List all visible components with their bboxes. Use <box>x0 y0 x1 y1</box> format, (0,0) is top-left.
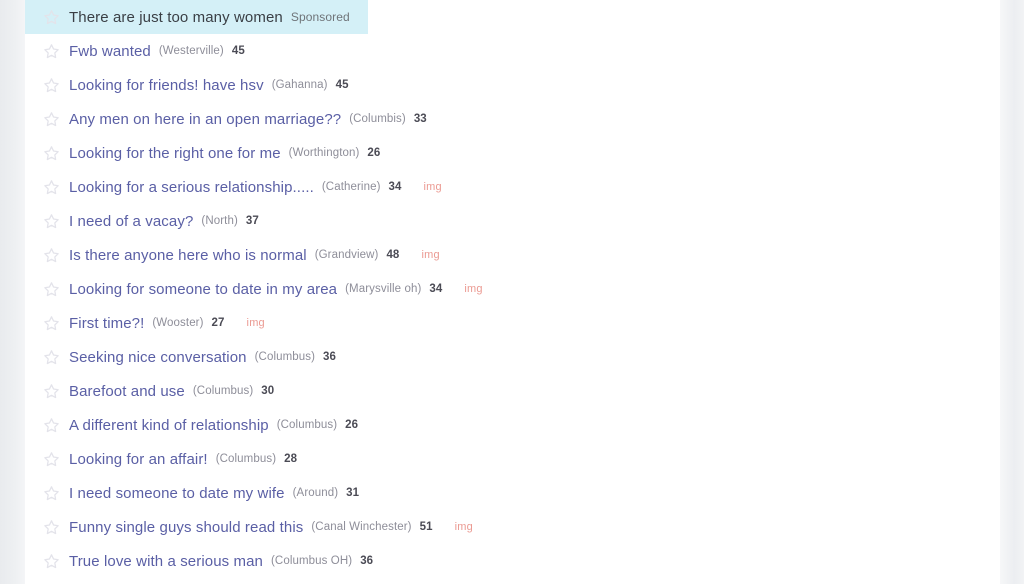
star-outline-icon[interactable] <box>43 349 60 366</box>
thread-title-link[interactable]: I need of a vacay? <box>69 213 193 230</box>
thread-title-link[interactable]: Looking for friends! have hsv <box>69 77 264 94</box>
thread-title-link[interactable]: A different kind of relationship <box>69 417 269 434</box>
thread-row[interactable]: Any men on here in an open marriage?? (C… <box>25 102 1000 136</box>
star-outline-icon[interactable] <box>43 179 60 196</box>
thread-reply-count: 31 <box>346 487 360 499</box>
thread-reply-count: 51 <box>419 521 433 533</box>
thread-reply-count: 27 <box>211 317 225 329</box>
thread-row[interactable]: A different kind of relationship (Columb… <box>25 408 1000 442</box>
sponsored-tag: Sponsored <box>290 10 350 24</box>
thread-row[interactable]: Seeking nice conversation (Columbus) 36 <box>25 340 1000 374</box>
thread-title-link[interactable]: First time?! <box>69 315 144 332</box>
main-content-area: There are just too many women Sponsored … <box>25 0 1000 584</box>
thread-reply-count: 45 <box>231 45 245 57</box>
star-outline-icon[interactable] <box>43 281 60 298</box>
thread-location: (Grandview) <box>314 249 379 261</box>
thread-location: (Gahanna) <box>271 79 328 91</box>
page-right-gutter <box>1000 0 1024 584</box>
thread-img-badge: img <box>423 181 442 193</box>
thread-location: (Westerville) <box>158 45 224 57</box>
thread-title-link[interactable]: Fwb wanted <box>69 43 151 60</box>
thread-reply-count: 26 <box>345 419 359 431</box>
thread-location: (Columbus OH) <box>271 555 353 567</box>
page-left-gutter <box>0 0 25 584</box>
thread-reply-count: 33 <box>413 113 427 125</box>
thread-title-link[interactable]: Looking for an affair! <box>69 451 208 468</box>
star-outline-icon[interactable] <box>43 383 60 400</box>
thread-title-link[interactable]: Is there anyone here who is normal <box>69 247 307 264</box>
thread-location: (Marysville oh) <box>345 283 422 295</box>
star-outline-icon[interactable] <box>43 519 60 536</box>
thread-reply-count: 48 <box>386 249 400 261</box>
thread-location: (Catherine) <box>321 181 381 193</box>
star-outline-icon[interactable] <box>43 485 60 502</box>
thread-reply-count: 45 <box>335 79 349 91</box>
star-outline-icon[interactable] <box>43 451 60 468</box>
star-outline-icon[interactable] <box>43 111 60 128</box>
thread-row-sponsored[interactable]: There are just too many women Sponsored <box>25 0 368 34</box>
thread-img-badge: img <box>464 283 483 295</box>
thread-img-badge: img <box>454 521 473 533</box>
thread-row[interactable]: Looking for the right one for me (Worthi… <box>25 136 1000 170</box>
star-outline-icon[interactable] <box>43 43 60 60</box>
star-outline-icon[interactable] <box>43 145 60 162</box>
thread-location: (Columbus) <box>192 385 254 397</box>
thread-row[interactable]: True love with a serious man (Columbus O… <box>25 544 1000 578</box>
thread-reply-count: 26 <box>367 147 381 159</box>
thread-row[interactable]: Looking for a serious relationship..... … <box>25 170 1000 204</box>
thread-location: (Around) <box>292 487 339 499</box>
thread-row[interactable]: I need someone to date my wife (Around) … <box>25 476 1000 510</box>
thread-row[interactable]: Funny single guys should read this (Cana… <box>25 510 1000 544</box>
star-outline-icon[interactable] <box>43 213 60 230</box>
star-outline-icon[interactable] <box>43 315 60 332</box>
thread-title-link[interactable]: I need someone to date my wife <box>69 485 285 502</box>
star-outline-icon[interactable] <box>43 9 60 26</box>
thread-location: (Columbus) <box>276 419 338 431</box>
star-outline-icon[interactable] <box>43 553 60 570</box>
thread-location: (Columbis) <box>349 113 406 125</box>
thread-row[interactable]: I need of a vacay? (North) 37 <box>25 204 1000 238</box>
thread-row[interactable]: Fwb wanted (Westerville) 45 <box>25 34 1000 68</box>
thread-title-link[interactable]: True love with a serious man <box>69 553 263 570</box>
thread-title-link[interactable]: Any men on here in an open marriage?? <box>69 111 341 128</box>
thread-row[interactable]: Is there anyone here who is normal (Gran… <box>25 238 1000 272</box>
thread-reply-count: 34 <box>429 283 443 295</box>
thread-title-link[interactable]: Looking for the right one for me <box>69 145 281 162</box>
star-outline-icon[interactable] <box>43 417 60 434</box>
thread-title-link[interactable]: There are just too many women <box>69 9 283 26</box>
thread-title-link[interactable]: Seeking nice conversation <box>69 349 247 366</box>
thread-location: (North) <box>201 215 238 227</box>
thread-location: (Wooster) <box>152 317 204 329</box>
thread-reply-count: 36 <box>360 555 374 567</box>
page-root: There are just too many women Sponsored … <box>0 0 1024 584</box>
thread-reply-count: 34 <box>388 181 402 193</box>
thread-row[interactable]: First time?! (Wooster) 27 img <box>25 306 1000 340</box>
thread-title-link[interactable]: Funny single guys should read this <box>69 519 303 536</box>
thread-location: (Worthington) <box>288 147 360 159</box>
thread-img-badge: img <box>246 317 265 329</box>
thread-reply-count: 36 <box>323 351 337 363</box>
thread-img-badge: img <box>421 249 440 261</box>
thread-row[interactable]: Looking for someone to date in my area (… <box>25 272 1000 306</box>
thread-reply-count: 30 <box>261 385 275 397</box>
thread-title-link[interactable]: Looking for a serious relationship..... <box>69 179 314 196</box>
thread-row[interactable]: Looking for friends! have hsv (Gahanna) … <box>25 68 1000 102</box>
thread-location: (Columbus) <box>254 351 316 363</box>
star-outline-icon[interactable] <box>43 247 60 264</box>
thread-row[interactable]: Looking for an affair! (Columbus) 28 <box>25 442 1000 476</box>
thread-location: (Columbus) <box>215 453 277 465</box>
thread-title-link[interactable]: Looking for someone to date in my area <box>69 281 337 298</box>
thread-row[interactable]: Barefoot and use (Columbus) 30 <box>25 374 1000 408</box>
thread-list: There are just too many women Sponsored … <box>25 0 1000 578</box>
thread-reply-count: 37 <box>245 215 259 227</box>
thread-location: (Canal Winchester) <box>311 521 412 533</box>
thread-reply-count: 28 <box>284 453 298 465</box>
thread-title-link[interactable]: Barefoot and use <box>69 383 185 400</box>
star-outline-icon[interactable] <box>43 77 60 94</box>
